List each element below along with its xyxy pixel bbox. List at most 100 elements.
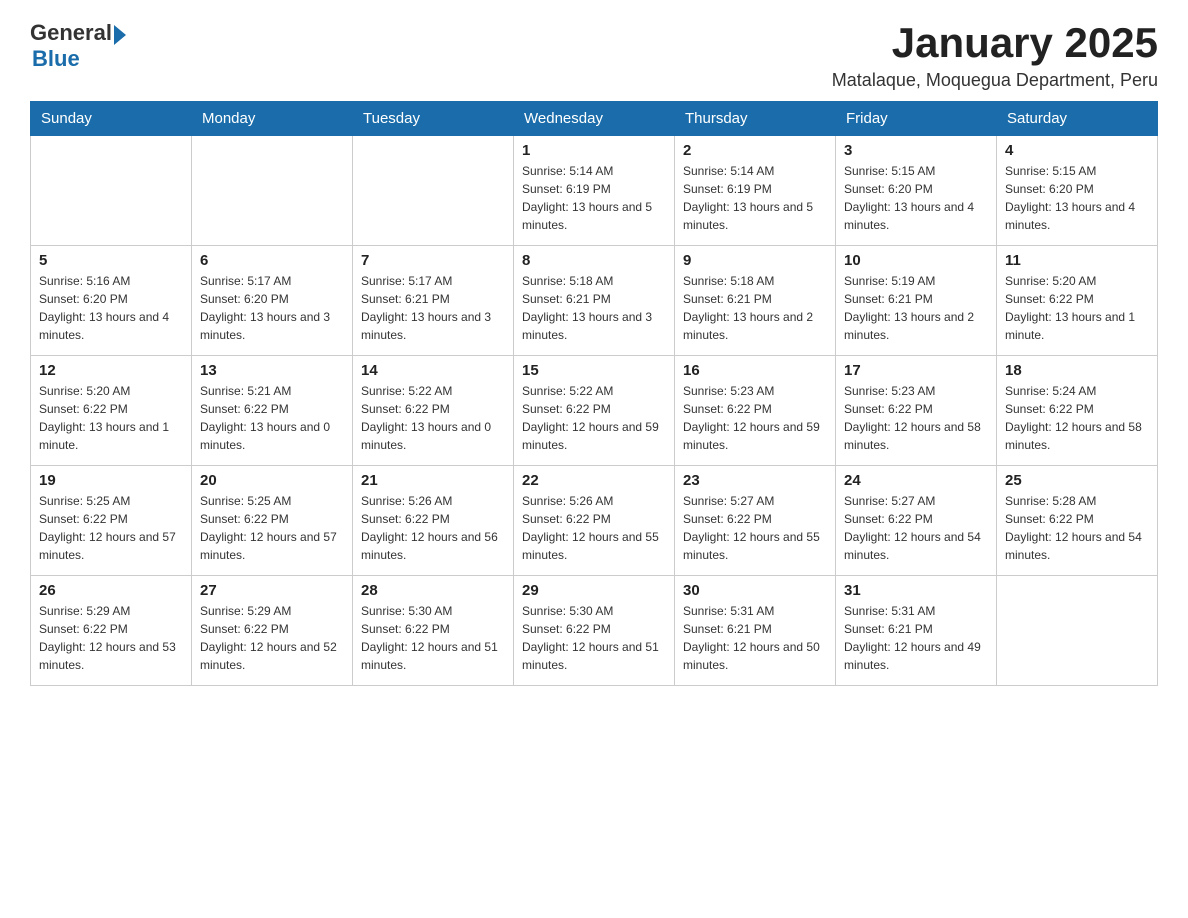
- day-number: 28: [361, 582, 505, 599]
- day-sun-info: Sunrise: 5:20 AMSunset: 6:22 PMDaylight:…: [1005, 272, 1149, 344]
- title-section: January 2025 Matalaque, Moquegua Departm…: [832, 20, 1158, 91]
- calendar-day-cell: 1 Sunrise: 5:14 AMSunset: 6:19 PMDaylight…: [514, 136, 675, 246]
- calendar-day-cell: 22 Sunrise: 5:26 AMSunset: 6:22 PMDayligh…: [514, 466, 675, 576]
- day-sun-info: Sunrise: 5:21 AMSunset: 6:22 PMDaylight:…: [200, 382, 344, 454]
- calendar-day-cell: 21Sunrise: 5:26 AMSunset: 6:22 PMDayligh…: [353, 466, 514, 576]
- calendar-day-cell: 30 Sunrise: 5:31 AMSunset: 6:21 PMDayligh…: [675, 576, 836, 686]
- month-title: January 2025: [832, 20, 1158, 66]
- calendar-week-row: 19Sunrise: 5:25 AMSunset: 6:22 PMDayligh…: [31, 466, 1158, 576]
- day-number: 21: [361, 472, 505, 489]
- day-sun-info: Sunrise: 5:17 AMSunset: 6:20 PMDaylight:…: [200, 272, 344, 344]
- day-sun-info: Sunrise: 5:18 AMSunset: 6:21 PMDaylight:…: [683, 272, 827, 344]
- day-of-week-header: Wednesday: [514, 102, 675, 136]
- calendar-day-cell: [353, 136, 514, 246]
- calendar-day-cell: 27Sunrise: 5:29 AMSunset: 6:22 PMDayligh…: [192, 576, 353, 686]
- day-sun-info: Sunrise: 5:29 AMSunset: 6:22 PMDaylight:…: [39, 602, 183, 674]
- day-sun-info: Sunrise: 5:20 AMSunset: 6:22 PMDaylight:…: [39, 382, 183, 454]
- calendar-day-cell: 18 Sunrise: 5:24 AMSunset: 6:22 PMDayligh…: [997, 356, 1158, 466]
- calendar-day-cell: 7Sunrise: 5:17 AMSunset: 6:21 PMDaylight…: [353, 246, 514, 356]
- calendar-day-cell: 3 Sunrise: 5:15 AMSunset: 6:20 PMDaylight…: [836, 136, 997, 246]
- day-sun-info: Sunrise: 5:25 AMSunset: 6:22 PMDaylight:…: [200, 492, 344, 564]
- day-number: 11: [1005, 252, 1149, 269]
- day-number: 26: [39, 582, 183, 599]
- calendar-day-cell: 26 Sunrise: 5:29 AMSunset: 6:22 PMDayligh…: [31, 576, 192, 686]
- day-sun-info: Sunrise: 5:19 AMSunset: 6:21 PMDaylight:…: [844, 272, 988, 344]
- calendar-day-cell: 31Sunrise: 5:31 AMSunset: 6:21 PMDayligh…: [836, 576, 997, 686]
- day-number: 27: [200, 582, 344, 599]
- day-number: 17: [844, 362, 988, 379]
- day-number: 31: [844, 582, 988, 599]
- calendar-day-cell: 6 Sunrise: 5:17 AMSunset: 6:20 PMDaylight…: [192, 246, 353, 356]
- day-number: 2: [683, 142, 827, 159]
- calendar-week-row: 1 Sunrise: 5:14 AMSunset: 6:19 PMDaylight…: [31, 136, 1158, 246]
- day-sun-info: Sunrise: 5:15 AMSunset: 6:20 PMDaylight:…: [844, 162, 988, 234]
- calendar-day-cell: 16Sunrise: 5:23 AMSunset: 6:22 PMDayligh…: [675, 356, 836, 466]
- day-sun-info: Sunrise: 5:30 AMSunset: 6:22 PMDaylight:…: [522, 602, 666, 674]
- day-sun-info: Sunrise: 5:17 AMSunset: 6:21 PMDaylight:…: [361, 272, 505, 344]
- day-number: 13: [200, 362, 344, 379]
- day-number: 3: [844, 142, 988, 159]
- day-sun-info: Sunrise: 5:30 AMSunset: 6:22 PMDaylight:…: [361, 602, 505, 674]
- calendar-day-cell: [192, 136, 353, 246]
- day-number: 25: [1005, 472, 1149, 489]
- logo-general-text: General: [30, 20, 112, 46]
- day-of-week-header: Friday: [836, 102, 997, 136]
- calendar-day-cell: [31, 136, 192, 246]
- day-of-week-header: Saturday: [997, 102, 1158, 136]
- day-of-week-header: Sunday: [31, 102, 192, 136]
- day-number: 18: [1005, 362, 1149, 379]
- day-sun-info: Sunrise: 5:22 AMSunset: 6:22 PMDaylight:…: [361, 382, 505, 454]
- calendar-day-cell: 8Sunrise: 5:18 AMSunset: 6:21 PMDaylight…: [514, 246, 675, 356]
- day-sun-info: Sunrise: 5:14 AMSunset: 6:19 PMDaylight:…: [522, 162, 666, 234]
- location-subtitle: Matalaque, Moquegua Department, Peru: [832, 70, 1158, 91]
- day-number: 22: [522, 472, 666, 489]
- day-sun-info: Sunrise: 5:16 AMSunset: 6:20 PMDaylight:…: [39, 272, 183, 344]
- calendar-day-cell: 23 Sunrise: 5:27 AMSunset: 6:22 PMDayligh…: [675, 466, 836, 576]
- calendar-day-cell: 17 Sunrise: 5:23 AMSunset: 6:22 PMDayligh…: [836, 356, 997, 466]
- calendar-day-cell: 10 Sunrise: 5:19 AMSunset: 6:21 PMDayligh…: [836, 246, 997, 356]
- day-number: 8: [522, 252, 666, 269]
- calendar-day-cell: 24Sunrise: 5:27 AMSunset: 6:22 PMDayligh…: [836, 466, 997, 576]
- calendar-day-cell: 12 Sunrise: 5:20 AMSunset: 6:22 PMDayligh…: [31, 356, 192, 466]
- calendar-day-cell: 19Sunrise: 5:25 AMSunset: 6:22 PMDayligh…: [31, 466, 192, 576]
- day-sun-info: Sunrise: 5:31 AMSunset: 6:21 PMDaylight:…: [683, 602, 827, 674]
- calendar-week-row: 26 Sunrise: 5:29 AMSunset: 6:22 PMDayligh…: [31, 576, 1158, 686]
- day-sun-info: Sunrise: 5:23 AMSunset: 6:22 PMDaylight:…: [844, 382, 988, 454]
- day-of-week-header: Monday: [192, 102, 353, 136]
- day-number: 4: [1005, 142, 1149, 159]
- day-number: 12: [39, 362, 183, 379]
- day-number: 29: [522, 582, 666, 599]
- calendar-day-cell: 13 Sunrise: 5:21 AMSunset: 6:22 PMDayligh…: [192, 356, 353, 466]
- page-header: General Blue January 2025 Matalaque, Moq…: [30, 20, 1158, 91]
- day-number: 6: [200, 252, 344, 269]
- calendar-day-cell: 29 Sunrise: 5:30 AMSunset: 6:22 PMDayligh…: [514, 576, 675, 686]
- calendar-table: SundayMondayTuesdayWednesdayThursdayFrid…: [30, 101, 1158, 686]
- day-of-week-header: Thursday: [675, 102, 836, 136]
- logo-blue-text: Blue: [32, 46, 80, 71]
- day-sun-info: Sunrise: 5:25 AMSunset: 6:22 PMDaylight:…: [39, 492, 183, 564]
- day-number: 14: [361, 362, 505, 379]
- logo: General Blue: [30, 20, 126, 72]
- calendar-week-row: 5 Sunrise: 5:16 AMSunset: 6:20 PMDaylight…: [31, 246, 1158, 356]
- day-sun-info: Sunrise: 5:14 AMSunset: 6:19 PMDaylight:…: [683, 162, 827, 234]
- day-number: 24: [844, 472, 988, 489]
- calendar-day-cell: 5 Sunrise: 5:16 AMSunset: 6:20 PMDaylight…: [31, 246, 192, 356]
- day-number: 15: [522, 362, 666, 379]
- calendar-day-cell: 14 Sunrise: 5:22 AMSunset: 6:22 PMDayligh…: [353, 356, 514, 466]
- day-sun-info: Sunrise: 5:15 AMSunset: 6:20 PMDaylight:…: [1005, 162, 1149, 234]
- day-number: 9: [683, 252, 827, 269]
- day-number: 23: [683, 472, 827, 489]
- day-number: 1: [522, 142, 666, 159]
- logo-arrow-icon: [114, 25, 126, 45]
- day-number: 5: [39, 252, 183, 269]
- day-sun-info: Sunrise: 5:26 AMSunset: 6:22 PMDaylight:…: [522, 492, 666, 564]
- day-number: 30: [683, 582, 827, 599]
- day-sun-info: Sunrise: 5:23 AMSunset: 6:22 PMDaylight:…: [683, 382, 827, 454]
- calendar-day-cell: 15 Sunrise: 5:22 AMSunset: 6:22 PMDayligh…: [514, 356, 675, 466]
- day-sun-info: Sunrise: 5:22 AMSunset: 6:22 PMDaylight:…: [522, 382, 666, 454]
- day-sun-info: Sunrise: 5:27 AMSunset: 6:22 PMDaylight:…: [683, 492, 827, 564]
- day-number: 10: [844, 252, 988, 269]
- calendar-day-cell: [997, 576, 1158, 686]
- day-of-week-header: Tuesday: [353, 102, 514, 136]
- day-sun-info: Sunrise: 5:24 AMSunset: 6:22 PMDaylight:…: [1005, 382, 1149, 454]
